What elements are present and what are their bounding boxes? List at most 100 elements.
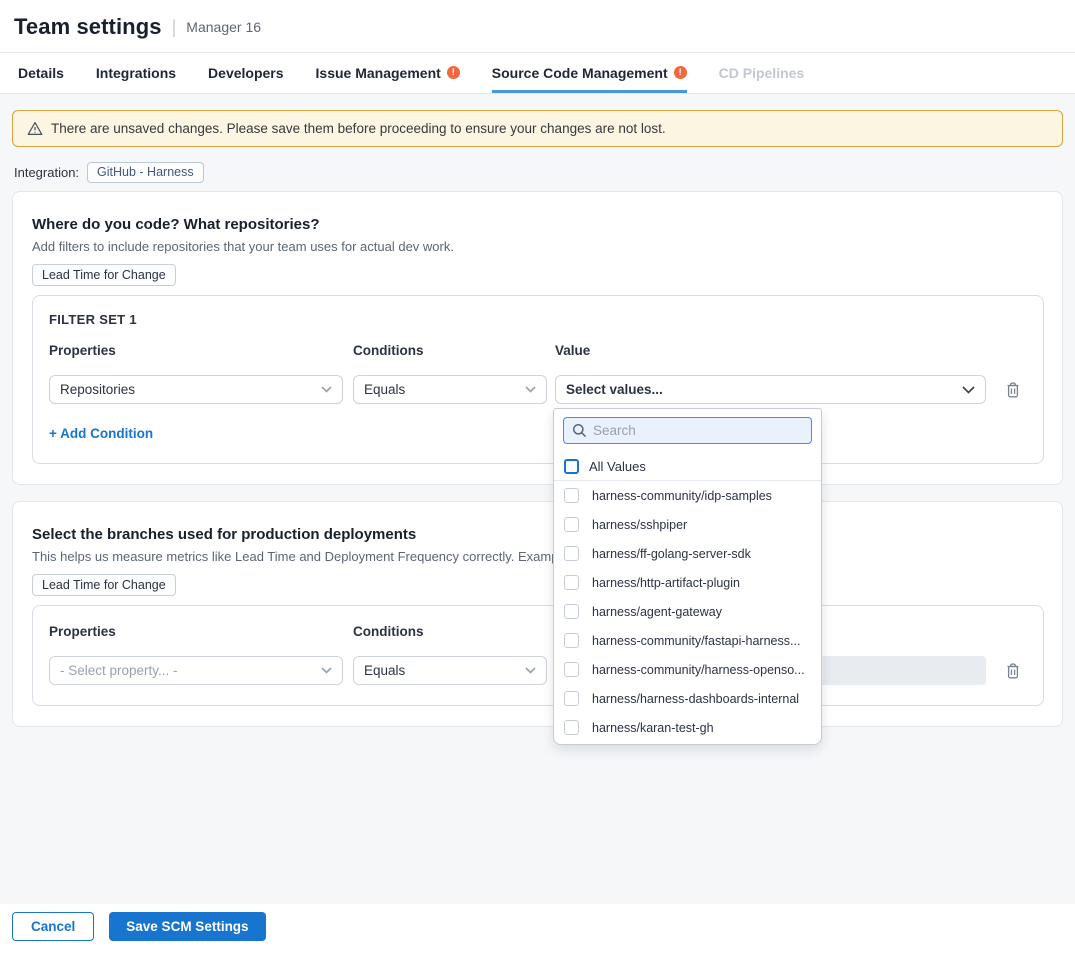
dropdown-option-row[interactable]: harness-community/harness-openso... (554, 655, 821, 684)
filter-column-labels: Properties Conditions (49, 624, 1027, 639)
property-select[interactable]: - Select property... - (49, 656, 343, 685)
footer-bar: Cancel Save SCM Settings (0, 904, 1075, 954)
property-select-value: Repositories (60, 382, 135, 397)
condition-select[interactable]: Equals (353, 656, 547, 685)
option-label: harness/harness-dashboards-internal (592, 692, 807, 706)
tab-label: Issue Management (316, 65, 441, 81)
all-values-option[interactable]: All Values (554, 452, 821, 481)
page-title: Team settings (14, 14, 162, 40)
tab-cd-pipelines[interactable]: CD Pipelines (719, 53, 805, 93)
tab-source-code-management[interactable]: Source Code Management! (492, 53, 687, 93)
dropdown-option-row[interactable]: harness/harness-dashboards-internal (554, 684, 821, 713)
option-checkbox[interactable] (564, 662, 579, 677)
branches-card-subtitle: This helps us measure metrics like Lead … (32, 549, 1044, 564)
chevron-down-icon (321, 667, 332, 674)
option-checkbox[interactable] (564, 720, 579, 735)
cancel-button[interactable]: Cancel (12, 912, 94, 941)
tab-label: Source Code Management (492, 65, 668, 81)
title-divider: | (172, 17, 177, 38)
option-label: harness/http-artifact-plugin (592, 576, 748, 590)
value-column-label: Value (555, 343, 986, 358)
filter-column-labels: Properties Conditions Value (49, 343, 1027, 358)
dropdown-option-row[interactable]: harness/http-artifact-plugin (554, 568, 821, 597)
all-values-label: All Values (589, 459, 654, 474)
condition-select-value: Equals (364, 663, 405, 678)
filter-set-1: FILTER SET 1 Properties Conditions Value… (32, 295, 1044, 464)
condition-select-value: Equals (364, 382, 405, 397)
dropdown-option-row[interactable]: harness/agent-gateway (554, 597, 821, 626)
search-icon (572, 423, 587, 438)
value-select-placeholder: Select values... (566, 382, 663, 397)
tab-details[interactable]: Details (18, 53, 64, 93)
repositories-card-title: Where do you code? What repositories? (32, 216, 1044, 233)
save-scm-settings-button[interactable]: Save SCM Settings (109, 912, 265, 941)
option-label: harness/agent-gateway (592, 605, 730, 619)
dropdown-search-wrap (554, 409, 821, 452)
add-condition-button[interactable]: + Add Condition (49, 426, 153, 441)
property-select[interactable]: Repositories (49, 375, 343, 404)
tab-bar: Details Integrations Developers Issue Manag… (0, 53, 1075, 94)
lead-time-tag: Lead Time for Change (32, 574, 176, 596)
tab-issue-management[interactable]: Issue Management! (316, 53, 460, 93)
repositories-card-subtitle: Add filters to include repositories that… (32, 239, 1044, 254)
dropdown-option-row[interactable]: harness/sshpiper (554, 510, 821, 539)
trash-icon (1005, 662, 1021, 680)
page-header: Team settings | Manager 16 (0, 0, 1075, 53)
option-checkbox[interactable] (564, 546, 579, 561)
unsaved-changes-banner: There are unsaved changes. Please save t… (12, 110, 1063, 147)
filter-row: - Select property... - Equals (49, 656, 1027, 685)
chevron-down-icon (321, 386, 332, 393)
delete-filter-button[interactable] (1005, 381, 1021, 399)
value-multiselect[interactable]: Select values... (555, 375, 986, 404)
option-checkbox[interactable] (564, 691, 579, 706)
option-label: harness-community/fastapi-harness... (592, 634, 808, 648)
option-checkbox[interactable] (564, 575, 579, 590)
chevron-down-icon (525, 667, 536, 674)
all-values-checkbox[interactable] (564, 459, 579, 474)
dropdown-option-row[interactable]: harness/karan-test-gh (554, 713, 821, 742)
dropdown-option-row[interactable]: harness-community/fastapi-harness... (554, 626, 821, 655)
tab-label: CD Pipelines (719, 65, 805, 81)
page-subtitle: Manager 16 (186, 19, 261, 35)
repositories-card: Where do you code? What repositories? Ad… (12, 191, 1063, 485)
tab-developers[interactable]: Developers (208, 53, 283, 93)
dropdown-option-row[interactable]: harness-community/idp-samples (554, 481, 821, 510)
option-label: harness-community/harness-openso... (592, 663, 813, 677)
properties-column-label: Properties (49, 624, 343, 639)
page: Team settings | Manager 16 Details Integr… (0, 0, 1075, 954)
chevron-down-icon (962, 386, 975, 394)
alert-badge-icon: ! (674, 66, 687, 79)
dropdown-option-row[interactable]: harness/ff-golang-server-sdk (554, 539, 821, 568)
dropdown-option-row[interactable]: harness/... (554, 742, 821, 745)
delete-filter-button[interactable] (1005, 662, 1021, 680)
integration-chip[interactable]: GitHub - Harness (87, 162, 204, 183)
trash-icon (1005, 381, 1021, 399)
condition-select[interactable]: Equals (353, 375, 547, 404)
dropdown-option-list: harness-community/idp-samples harness/ssh… (554, 481, 821, 745)
integration-row: Integration: GitHub - Harness (14, 162, 1063, 183)
chevron-down-icon (525, 386, 536, 393)
option-label: harness/ff-golang-server-sdk (592, 547, 759, 561)
search-input[interactable] (593, 423, 803, 438)
lead-time-tag: Lead Time for Change (32, 264, 176, 286)
option-label: harness-community/idp-samples (592, 489, 780, 503)
tab-integrations[interactable]: Integrations (96, 53, 176, 93)
tab-label: Details (18, 65, 64, 81)
banner-text: There are unsaved changes. Please save t… (51, 121, 666, 136)
tab-label: Integrations (96, 65, 176, 81)
properties-column-label: Properties (49, 343, 343, 358)
option-checkbox[interactable] (564, 633, 579, 648)
option-checkbox[interactable] (564, 488, 579, 503)
conditions-column-label: Conditions (353, 343, 547, 358)
alert-badge-icon: ! (447, 66, 460, 79)
option-checkbox[interactable] (564, 604, 579, 619)
branches-filter: Properties Conditions - Select property.… (32, 605, 1044, 706)
option-label: harness/karan-test-gh (592, 721, 722, 735)
integration-label: Integration: (14, 165, 79, 180)
branches-card-title: Select the branches used for production … (32, 526, 1044, 543)
branches-card: Select the branches used for production … (12, 501, 1063, 727)
tab-label: Developers (208, 65, 283, 81)
option-checkbox[interactable] (564, 517, 579, 532)
value-dropdown-panel: All Values harness-community/idp-samples… (553, 408, 822, 745)
filter-set-title: FILTER SET 1 (49, 312, 1027, 327)
